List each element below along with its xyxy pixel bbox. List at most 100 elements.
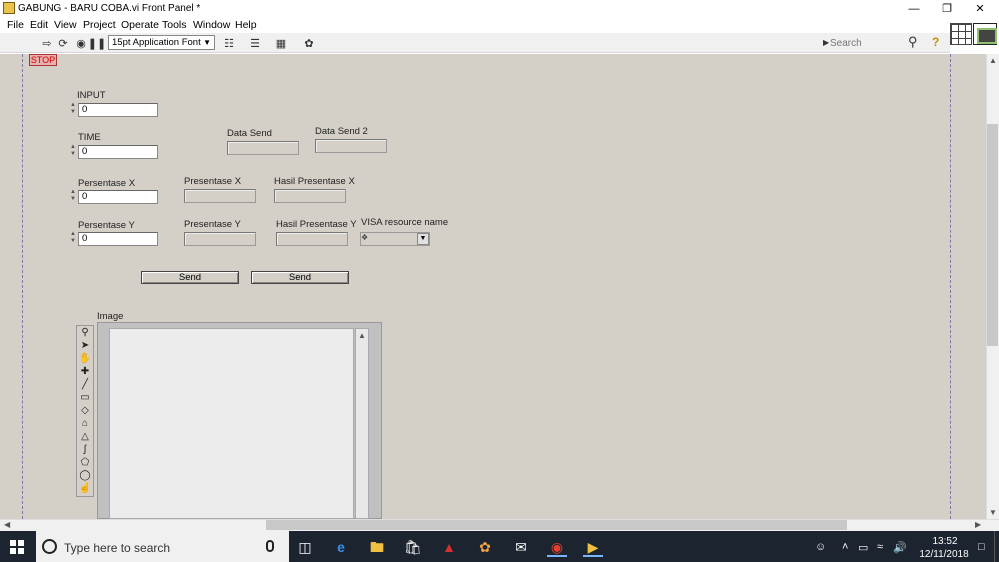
search-icon[interactable]: ⚲ — [908, 34, 918, 50]
search-expand-icon[interactable]: ▶ — [823, 38, 829, 47]
line-tool-icon[interactable]: ╱ — [78, 379, 92, 391]
cortana-icon — [42, 539, 57, 554]
search-input[interactable] — [830, 36, 905, 50]
scroll-up-icon[interactable]: ▲ — [358, 331, 366, 340]
wifi-icon[interactable]: ≈ — [877, 541, 883, 553]
notifications-icon[interactable]: □ — [978, 541, 985, 553]
close-icon[interactable]: ✕ — [964, 0, 996, 17]
menu-operate[interactable]: Operate — [121, 19, 159, 31]
time-field[interactable]: 0 — [78, 145, 158, 159]
menu-tools[interactable]: Tools — [162, 19, 187, 31]
labview-app-icon — [3, 2, 15, 14]
rotated-rectangle-tool-icon[interactable]: ◇ — [78, 405, 92, 417]
show-desktop-button[interactable] — [994, 531, 999, 562]
persentase-y-label: Persentase Y — [78, 220, 135, 231]
store-icon[interactable]: 🛍 — [403, 537, 423, 557]
data-send-2-label: Data Send 2 — [315, 126, 368, 137]
presentase-y-label: Presentase Y — [184, 219, 241, 230]
menu-view[interactable]: View — [54, 19, 77, 31]
oval-tool-icon[interactable]: ◯ — [78, 470, 92, 482]
pointer-tool-icon[interactable]: ➤ — [78, 340, 92, 352]
scroll-down-icon[interactable]: ▼ — [989, 508, 997, 517]
vertical-scroll-thumb[interactable] — [987, 124, 998, 346]
persentase-y-field[interactable]: 0 — [78, 232, 158, 246]
scroll-right-icon[interactable]: ▶ — [975, 520, 981, 529]
restore-icon[interactable]: ❐ — [931, 0, 963, 17]
distribute-objects-icon[interactable]: ☰ — [248, 36, 262, 50]
persentase-x-increment-icon[interactable]: ▲ ▼ — [69, 189, 77, 205]
minimize-icon[interactable]: — — [898, 0, 930, 17]
resize-objects-icon[interactable]: ▦ — [274, 36, 288, 50]
polygon-tool-icon[interactable]: △ — [78, 431, 92, 443]
task-view-icon[interactable]: ◫ — [295, 537, 315, 557]
network-icon[interactable]: ▭ — [858, 541, 868, 554]
image-scrollbar[interactable] — [355, 328, 369, 519]
time-label: TIME — [78, 132, 101, 143]
input-increment-icon[interactable]: ▲ ▼ — [69, 102, 77, 118]
zoom-tool-icon[interactable]: ⚲ — [78, 327, 92, 339]
chevron-down-icon: ▼ — [203, 38, 211, 47]
panel-guide-left — [22, 54, 23, 519]
menu-project[interactable]: Project — [83, 19, 116, 31]
show-hidden-icons-icon[interactable]: ˄ — [842, 541, 848, 553]
taskbar-search-placeholder: Type here to search — [64, 541, 171, 555]
stop-button[interactable]: STOP — [29, 54, 57, 66]
horizontal-scroll-thumb[interactable] — [266, 520, 847, 530]
chevron-down-icon[interactable]: ▼ — [417, 233, 429, 245]
scroll-up-icon[interactable]: ▲ — [989, 56, 997, 65]
font-select[interactable]: 15pt Application Font ▼ — [108, 35, 215, 50]
clock-date[interactable]: 12/11/2018 — [912, 549, 976, 560]
game-app-icon[interactable]: ▲ — [439, 537, 459, 557]
annulus-tool-icon[interactable]: ⌂ — [78, 418, 92, 430]
help-icon[interactable]: ? — [932, 35, 939, 49]
microphone-icon[interactable] — [266, 540, 274, 552]
pause-icon[interactable]: ❚❚ — [88, 36, 106, 50]
menu-file[interactable]: File — [7, 19, 24, 31]
people-icon[interactable]: ☺ — [815, 541, 826, 553]
menu-window[interactable]: Window — [193, 19, 230, 31]
data-send-2-indicator — [315, 139, 387, 153]
send-button-2[interactable]: Send — [251, 271, 349, 284]
clock-time[interactable]: 13:52 — [920, 536, 970, 547]
pan-hand-tool-icon[interactable]: ✋ — [78, 353, 92, 365]
persentase-y-increment-icon[interactable]: ▲ ▼ — [69, 231, 77, 247]
labview-taskbar-icon[interactable]: ▶ — [583, 537, 603, 557]
send-button-1[interactable]: Send — [141, 271, 239, 284]
visa-resource-label: VISA resource name — [361, 217, 449, 228]
hand-tool-icon[interactable]: ☝ — [78, 483, 92, 495]
window-title: GABUNG - BARU COBA.vi Front Panel * — [18, 3, 201, 14]
freehand-region-tool-icon[interactable]: ⬠ — [78, 457, 92, 469]
abort-icon[interactable]: ◉ — [74, 36, 88, 50]
hasil-presentase-x-label: Hasil Presentase X — [274, 176, 355, 187]
point-tool-icon[interactable]: ✚ — [78, 366, 92, 378]
image-label: Image — [97, 311, 124, 322]
reorder-icon[interactable]: ✿ — [302, 36, 316, 50]
connector-pane-icon[interactable] — [950, 23, 972, 45]
align-objects-icon[interactable]: ☷ — [222, 36, 236, 50]
persentase-x-field[interactable]: 0 — [78, 190, 158, 204]
edge-browser-icon[interactable]: e — [331, 537, 351, 557]
input-field[interactable]: 0 — [78, 103, 158, 117]
photo-app-icon[interactable]: ✿ — [475, 537, 495, 557]
menu-help[interactable]: Help — [235, 19, 257, 31]
scroll-left-icon[interactable]: ◀ — [4, 520, 10, 529]
menu-edit[interactable]: Edit — [30, 19, 48, 31]
time-increment-icon[interactable]: ▲ ▼ — [69, 144, 77, 160]
windows-start-icon[interactable] — [10, 540, 24, 554]
run-continuously-icon[interactable]: ⟳ — [56, 36, 70, 50]
data-send-indicator — [227, 141, 299, 155]
chrome-icon[interactable]: ◉ — [547, 537, 567, 557]
mail-icon[interactable]: ✉ — [511, 537, 531, 557]
freehand-tool-icon[interactable]: ∫ — [78, 444, 92, 456]
presentase-x-label: Presentase X — [184, 176, 242, 187]
image-display[interactable] — [109, 328, 354, 519]
rectangle-tool-icon[interactable]: ▭ — [78, 392, 92, 404]
volume-icon[interactable]: 🔊 — [893, 541, 907, 554]
persentase-x-label: Persentase X — [78, 178, 136, 189]
hasil-presentase-y-indicator — [276, 232, 348, 246]
file-explorer-icon[interactable]: 🖿 — [367, 537, 387, 557]
vi-icon[interactable] — [973, 23, 997, 45]
presentase-x-indicator — [184, 189, 256, 203]
run-arrow-icon[interactable]: ⇨ — [40, 36, 54, 50]
hasil-presentase-x-indicator — [274, 189, 346, 203]
